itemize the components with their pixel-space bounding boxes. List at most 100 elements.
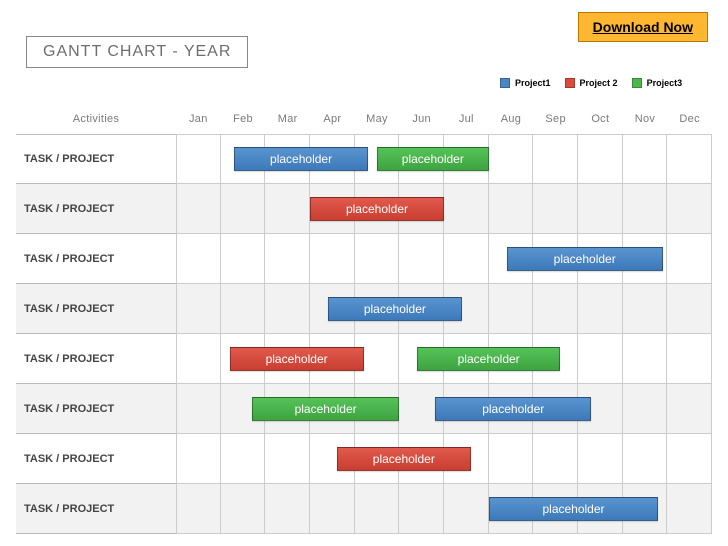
grid-cell [221,234,266,284]
month-header: Apr [310,104,355,134]
grid-cell [667,484,712,534]
grid-cell [399,234,444,284]
legend-item: Project3 [632,78,683,88]
grid-cell [310,134,355,184]
grid-cell [533,484,578,534]
grid-cell [355,384,400,434]
grid-cell [355,284,400,334]
gantt-row: TASK / PROJECTplaceholder [16,284,712,334]
month-header: Jul [444,104,489,134]
grid-cell [176,384,221,434]
activities-header: Activities [16,104,176,134]
grid-cell [399,134,444,184]
grid-cell [623,234,668,284]
grid-cell [533,334,578,384]
grid-cell [355,434,400,484]
row-label: TASK / PROJECT [16,284,176,334]
grid-cell [489,284,534,334]
grid-cell [444,334,489,384]
grid-cell [265,334,310,384]
grid-cell [667,434,712,484]
row-label: TASK / PROJECT [16,184,176,234]
grid-cell [667,284,712,334]
legend-swatch [565,78,575,88]
month-header: May [355,104,400,134]
row-label: TASK / PROJECT [16,384,176,434]
grid-cell [667,334,712,384]
grid-cell [533,184,578,234]
grid-cell [310,284,355,334]
grid-cell [578,184,623,234]
gantt-row: TASK / PROJECTplaceholderplaceholder [16,334,712,384]
month-header: Dec [667,104,712,134]
grid-cell [221,134,266,184]
legend-item: Project1 [500,78,551,88]
row-label: TASK / PROJECT [16,434,176,484]
grid-cell [221,484,266,534]
row-label: TASK / PROJECT [16,334,176,384]
grid-cell [221,334,266,384]
grid-cell [265,234,310,284]
grid-cell [265,184,310,234]
month-header: Feb [221,104,266,134]
grid-cell [265,134,310,184]
grid-cell [310,484,355,534]
grid-cell [176,434,221,484]
grid-cell [265,484,310,534]
grid-cell [265,384,310,434]
grid-cell [176,334,221,384]
legend-label: Project 2 [580,78,618,88]
gantt-row: TASK / PROJECTplaceholderplaceholder [16,134,712,184]
grid-cell [489,234,534,284]
grid-cell [310,234,355,284]
legend-label: Project1 [515,78,551,88]
month-header-row: ActivitiesJanFebMarAprMayJunJulAugSepOct… [16,104,712,134]
grid-cell [623,334,668,384]
gantt-row: TASK / PROJECTplaceholder [16,484,712,534]
grid-cell [623,484,668,534]
grid-cell [399,284,444,334]
month-header: Mar [265,104,310,134]
grid-cell [489,184,534,234]
legend-swatch [632,78,642,88]
grid-cell [533,434,578,484]
grid-cell [399,184,444,234]
grid-cell [533,384,578,434]
grid-cell [444,134,489,184]
grid-cell [623,134,668,184]
grid-cell [623,284,668,334]
page-title: GANTT CHART - YEAR [26,36,248,68]
grid-cell [176,134,221,184]
grid-cell [623,384,668,434]
grid-cell [667,184,712,234]
grid-cell [355,484,400,534]
grid-cell [310,434,355,484]
legend-item: Project 2 [565,78,618,88]
month-header: Aug [489,104,534,134]
grid-cell [310,334,355,384]
grid-cell [221,284,266,334]
grid-cell [533,234,578,284]
grid-cell [533,284,578,334]
grid-cell [355,234,400,284]
grid-cell [355,134,400,184]
grid-cell [667,384,712,434]
grid-cell [399,384,444,434]
grid-cell [578,284,623,334]
grid-cell [444,184,489,234]
grid-cell [265,434,310,484]
gantt-row: TASK / PROJECTplaceholder [16,434,712,484]
download-button[interactable]: Download Now [578,12,708,42]
grid-cell [489,334,534,384]
grid-cell [444,284,489,334]
gantt-chart: ActivitiesJanFebMarAprMayJunJulAugSepOct… [16,104,712,534]
legend-swatch [500,78,510,88]
grid-cell [578,434,623,484]
grid-cell [310,384,355,434]
grid-cell [578,134,623,184]
month-header: Sep [533,104,578,134]
grid-cell [355,334,400,384]
grid-cell [444,234,489,284]
grid-cell [176,184,221,234]
grid-cell [489,134,534,184]
